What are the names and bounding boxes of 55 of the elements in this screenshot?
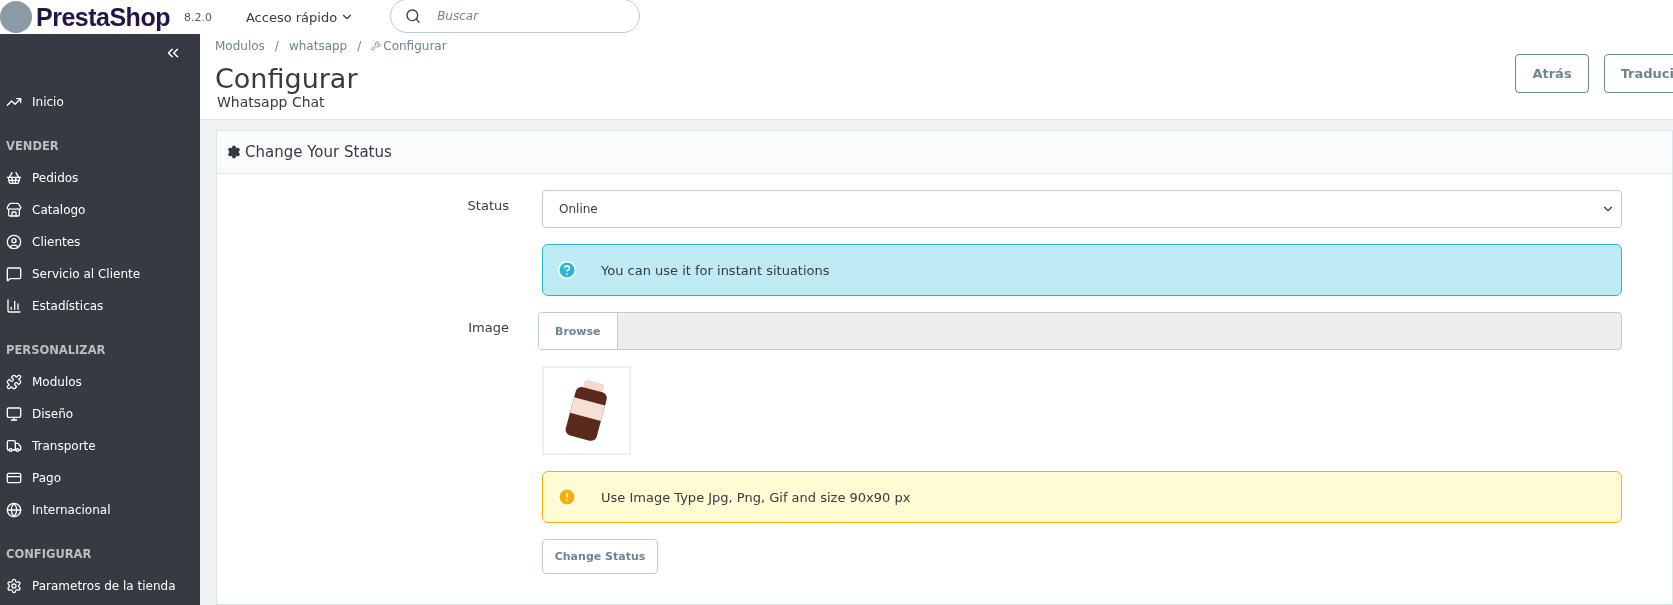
breadcrumb-link[interactable]: whatsapp [288,39,348,53]
help-icon [557,260,577,280]
sidebar-section-title: PERSONALIZAR [5,342,107,359]
search-input[interactable]: Buscar [435,8,626,24]
sidebar-item[interactable]: Pago [0,462,200,494]
change-status-button[interactable]: Change Status [542,539,658,574]
store-icon [6,202,22,218]
logo: PrestaShop [36,2,170,32]
warning-icon [557,487,577,507]
sidebar-item[interactable]: Diseño [0,398,200,430]
truck-icon [6,438,22,454]
sidebar-item[interactable]: Inicio [0,86,200,118]
breadcrumb-link[interactable]: Modulos [215,39,265,53]
page-subtitle: Whatsapp Chat [217,94,326,110]
settings-icon [227,145,241,159]
toolbar-button[interactable]: Atrás [1515,54,1589,93]
field-label: Status [466,197,509,215]
chart-icon [6,298,22,314]
file-input[interactable]: Browse [538,312,1622,350]
browse-button[interactable]: Browse [539,313,618,349]
sidebar-item[interactable]: Catalogo [0,194,200,226]
version-label: 8.2.0 [183,10,212,24]
sidebar-item[interactable]: Parametros de la tienda [0,570,200,602]
user-icon [6,234,22,250]
field-label: Image [467,319,509,337]
card-icon [6,470,22,486]
globe-icon [6,502,22,518]
sidebar-item[interactable]: Estadísticas [0,290,200,322]
breadcrumb-link[interactable]: Configurar [371,39,447,53]
page-title: Configurar [215,63,359,94]
sidebar-item[interactable]: Transporte [0,430,200,462]
sidebar-item[interactable]: Pedidos [0,162,200,194]
info-text: You can use it for instant situations [601,262,830,278]
sidebar-item[interactable]: Servicio al Cliente [0,258,200,290]
monitor-icon [6,406,22,422]
toolbar-button[interactable]: Traduci [1603,54,1673,93]
panel-title: Change Your Status [245,143,392,161]
sidebar-section-title: CONFIGURAR [5,546,93,563]
search-icon [405,8,422,24]
sidebar-item[interactable]: Clientes [0,226,200,258]
breadcrumb-separator: / [274,39,279,53]
sidebar-item[interactable]: Internacional [0,494,200,526]
chat-icon [6,266,22,282]
breadcrumb-separator: / [357,39,362,53]
settings-icon [6,578,22,594]
quick-access-button[interactable]: Acceso rápido [245,9,355,25]
sidebar-section-title: VENDER [5,138,60,155]
bottle-drawing [564,378,609,443]
wrench-icon [371,41,382,51]
status-select[interactable]: Online [542,190,1622,228]
puzzle-icon [6,374,22,390]
sidebar-item[interactable]: Modulos [0,366,200,398]
logo-avatar [0,1,32,33]
basket-icon [6,170,22,186]
warning-text: Use Image Type Jpg, Png, Gif and size 90x90 px [601,489,911,505]
